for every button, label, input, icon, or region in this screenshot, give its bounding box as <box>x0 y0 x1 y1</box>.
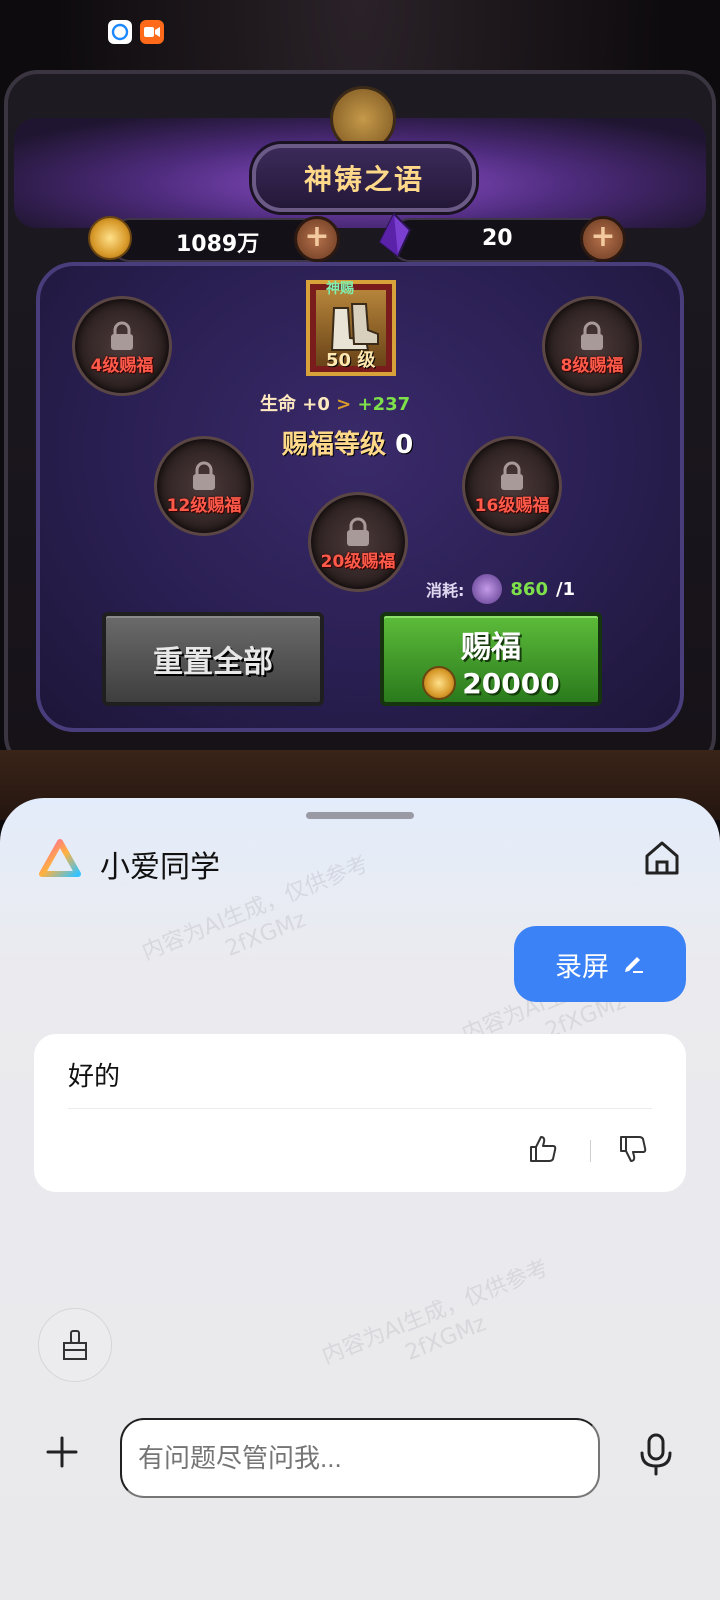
thumbs-up-icon[interactable] <box>528 1134 558 1164</box>
locked-slot-12[interactable]: 12级赐福 <box>154 436 254 536</box>
bless-cost: 20000 <box>384 666 598 700</box>
game-screen: 神铸之语 1089万 + 20 + 神赐 50 级 生命 +0 > +237 赐… <box>0 0 720 820</box>
watermark: 内容为AI生成，仅供参考2fXGMz <box>318 1255 553 1370</box>
cost-have: 860 <box>510 578 548 600</box>
cost-need: /1 <box>555 578 576 600</box>
locked-slot-label: 4级赐福 <box>90 356 154 376</box>
lock-icon <box>193 461 215 490</box>
clear-context-button[interactable] <box>38 1308 112 1382</box>
screen-record-icon <box>140 20 164 44</box>
microphone-icon[interactable] <box>636 1432 676 1476</box>
question-input[interactable] <box>120 1418 600 1498</box>
item-tag: 神赐 <box>326 281 354 297</box>
cost-row: 消耗: 860 /1 <box>426 574 575 604</box>
assistant-sheet: 小爱同学 内容为AI生成，仅供参考2fXGMz 内容为AI生成，仅供参考2fXG… <box>0 798 720 1600</box>
edit-icon[interactable] <box>621 952 645 976</box>
user-message-text: 录屏 <box>555 951 609 983</box>
locked-slot-16[interactable]: 16级赐福 <box>462 436 562 536</box>
bless-level-value: 0 <box>395 430 414 460</box>
thumbs-down-icon[interactable] <box>618 1134 648 1164</box>
item-level: 50 级 <box>326 350 376 371</box>
locked-slot-8[interactable]: 8级赐福 <box>542 296 642 396</box>
purple-gem-icon <box>376 212 412 258</box>
gem-amount: 20 <box>482 226 513 251</box>
reset-all-button[interactable]: 重置全部 <box>102 612 324 706</box>
locked-slot-label: 12级赐福 <box>166 496 242 516</box>
lock-icon <box>111 321 133 350</box>
locked-slot-label: 8级赐福 <box>560 356 624 376</box>
gold-amount: 1089万 <box>176 232 260 257</box>
crest-emblem-icon <box>330 86 396 152</box>
bless-level-label: 赐福等级 <box>282 430 387 460</box>
bless-button-label: 赐福 <box>461 630 521 665</box>
stat-current: +0 <box>302 394 330 415</box>
bless-level: 赐福等级 0 <box>282 424 413 461</box>
message-app-icon <box>108 20 132 44</box>
stat-preview: 生命 +0 > +237 <box>260 390 410 416</box>
xiaoai-logo-icon <box>39 839 81 877</box>
stat-next: +237 <box>357 394 411 415</box>
add-gold-button[interactable]: + <box>294 216 340 262</box>
assistant-name: 小爱同学 <box>100 850 220 885</box>
add-icon[interactable] <box>44 1434 80 1470</box>
lock-icon <box>581 321 603 350</box>
page-title: 神铸之语 <box>252 144 476 212</box>
cost-label: 消耗: <box>426 581 465 600</box>
reply-text: 好的 <box>68 1062 121 1092</box>
gold-coin-icon <box>88 216 132 260</box>
locked-slot-label: 16级赐福 <box>474 496 550 516</box>
bless-button[interactable]: 赐福 20000 <box>380 612 602 706</box>
lock-icon <box>347 517 369 546</box>
stat-label: 生命 <box>260 394 296 415</box>
locked-slot-4[interactable]: 4级赐福 <box>72 296 172 396</box>
hourglass-icon <box>472 574 503 604</box>
lock-icon <box>501 461 523 490</box>
divider <box>590 1140 591 1162</box>
bless-cost-value: 20000 <box>462 666 560 700</box>
status-icons <box>108 20 164 44</box>
user-message-bubble[interactable]: 录屏 <box>514 926 686 1002</box>
gold-coin-icon <box>422 666 457 700</box>
drag-handle[interactable] <box>306 812 414 819</box>
locked-slot-20[interactable]: 20级赐福 <box>308 492 408 592</box>
divider <box>68 1108 652 1109</box>
add-gem-button[interactable]: + <box>580 216 626 262</box>
brush-icon <box>63 1330 87 1360</box>
locked-slot-label: 20级赐福 <box>320 552 396 572</box>
reply-card: 好的 <box>34 1034 686 1192</box>
home-icon[interactable] <box>642 838 682 878</box>
stat-arrow: > <box>336 394 352 415</box>
